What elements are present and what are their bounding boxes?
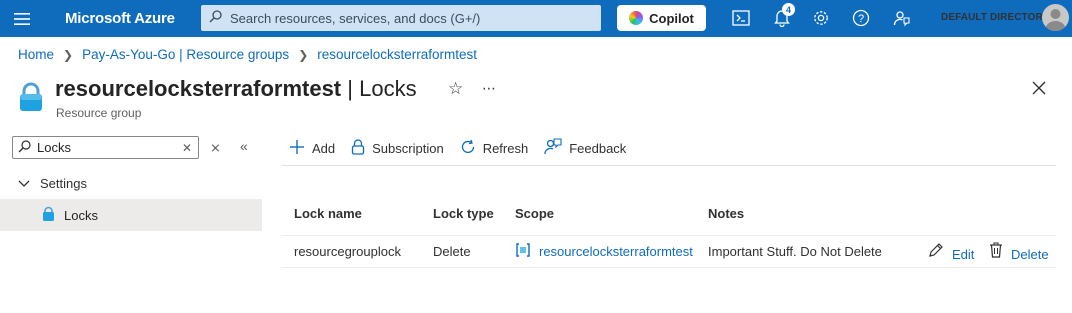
- edit-label: Edit: [952, 247, 975, 262]
- copilot-icon: [629, 11, 644, 25]
- section-name: | Locks: [347, 76, 417, 101]
- refresh-icon: [460, 139, 476, 158]
- more-icon[interactable]: ⋯: [482, 80, 497, 97]
- copilot-button[interactable]: Copilot: [617, 5, 706, 31]
- nav-search-value: Locks: [37, 140, 71, 155]
- breadcrumb-home[interactable]: Home: [18, 47, 54, 62]
- column-header-scope[interactable]: Scope: [515, 206, 554, 221]
- chevron-down-icon: [18, 176, 30, 191]
- feedback-button[interactable]: Feedback: [544, 138, 626, 158]
- delete-button[interactable]: Delete: [989, 241, 1049, 262]
- chevron-right-icon: ❯: [298, 47, 309, 62]
- copilot-label: Copilot: [649, 10, 694, 26]
- close-icon[interactable]: [1031, 80, 1047, 101]
- breadcrumb-resource-groups[interactable]: Pay-As-You-Go | Resource groups: [82, 47, 289, 62]
- resource-name: resourcelocksterraformtest: [55, 76, 342, 101]
- notification-badge: 4: [782, 3, 795, 16]
- cell-scope[interactable]: resourcelocksterraformtest: [515, 242, 693, 261]
- add-label: Add: [312, 140, 336, 156]
- trash-icon: [989, 242, 1003, 261]
- column-header-notes[interactable]: Notes: [708, 206, 744, 221]
- sidebar-item-label: Locks: [64, 207, 98, 223]
- page-title: resourcelocksterraformtest | Locks: [55, 76, 417, 102]
- close-search-icon[interactable]: ⨯: [210, 140, 221, 156]
- refresh-button[interactable]: Refresh: [460, 139, 529, 158]
- subscription-label: Subscription: [372, 140, 444, 156]
- plus-icon: [289, 139, 305, 158]
- hamburger-icon[interactable]: [0, 0, 44, 37]
- command-bar: Add Subscription Refresh Feedback: [289, 138, 642, 158]
- refresh-label: Refresh: [482, 140, 529, 156]
- edit-button[interactable]: Edit: [928, 241, 974, 262]
- cell-lock-type: Delete: [433, 244, 471, 259]
- lock-icon: [351, 138, 365, 158]
- resource-group-icon: [515, 242, 531, 261]
- help-icon[interactable]: ?: [851, 8, 871, 28]
- avatar[interactable]: [1042, 4, 1069, 31]
- table-row-divider: [282, 267, 1056, 268]
- svg-text:?: ?: [858, 13, 864, 25]
- pencil-icon: [928, 242, 944, 261]
- search-icon: [209, 10, 222, 26]
- column-header-lock-type[interactable]: Lock type: [433, 206, 494, 221]
- toolbar-divider: [282, 165, 1056, 166]
- scope-link[interactable]: resourcelocksterraformtest: [539, 244, 693, 259]
- cell-notes: Important Stuff. Do Not Delete: [708, 244, 882, 259]
- nav-group-label: Settings: [40, 176, 87, 191]
- feedback-person-icon[interactable]: [892, 8, 912, 28]
- delete-label: Delete: [1011, 247, 1049, 262]
- feedback-person-icon: [544, 138, 562, 158]
- chevron-right-icon: ❯: [63, 47, 74, 62]
- clear-search-icon[interactable]: ✕: [182, 141, 192, 155]
- sidebar-item-locks[interactable]: Locks: [0, 199, 262, 231]
- cloud-shell-icon[interactable]: [731, 8, 751, 28]
- global-search-input[interactable]: Search resources, services, and docs (G+…: [201, 5, 601, 31]
- search-placeholder: Search resources, services, and docs (G+…: [230, 10, 481, 26]
- brand-title[interactable]: Microsoft Azure: [65, 10, 200, 27]
- gear-icon[interactable]: [811, 8, 831, 28]
- column-header-lock-name[interactable]: Lock name: [294, 206, 362, 221]
- search-icon: [18, 139, 31, 156]
- cell-lock-name: resourcegrouplock: [294, 244, 401, 259]
- breadcrumb-resource-group[interactable]: resourcelocksterraformtest: [317, 47, 477, 62]
- subscription-button[interactable]: Subscription: [351, 138, 444, 158]
- directory-label[interactable]: DEFAULT DIRECTORY: [941, 12, 1049, 23]
- star-icon[interactable]: ☆: [448, 79, 463, 99]
- collapse-nav-icon[interactable]: «: [240, 138, 248, 154]
- lock-icon: [18, 82, 44, 117]
- breadcrumb: Home ❯ Pay-As-You-Go | Resource groups ❯…: [18, 47, 477, 62]
- page-subtitle: Resource group: [56, 106, 142, 120]
- table-header-divider: [282, 235, 1056, 236]
- nav-search-input[interactable]: Locks ✕: [12, 136, 199, 159]
- nav-group-settings[interactable]: Settings: [18, 176, 87, 191]
- add-button[interactable]: Add: [289, 139, 335, 158]
- feedback-label: Feedback: [569, 140, 627, 156]
- lock-icon: [42, 206, 55, 224]
